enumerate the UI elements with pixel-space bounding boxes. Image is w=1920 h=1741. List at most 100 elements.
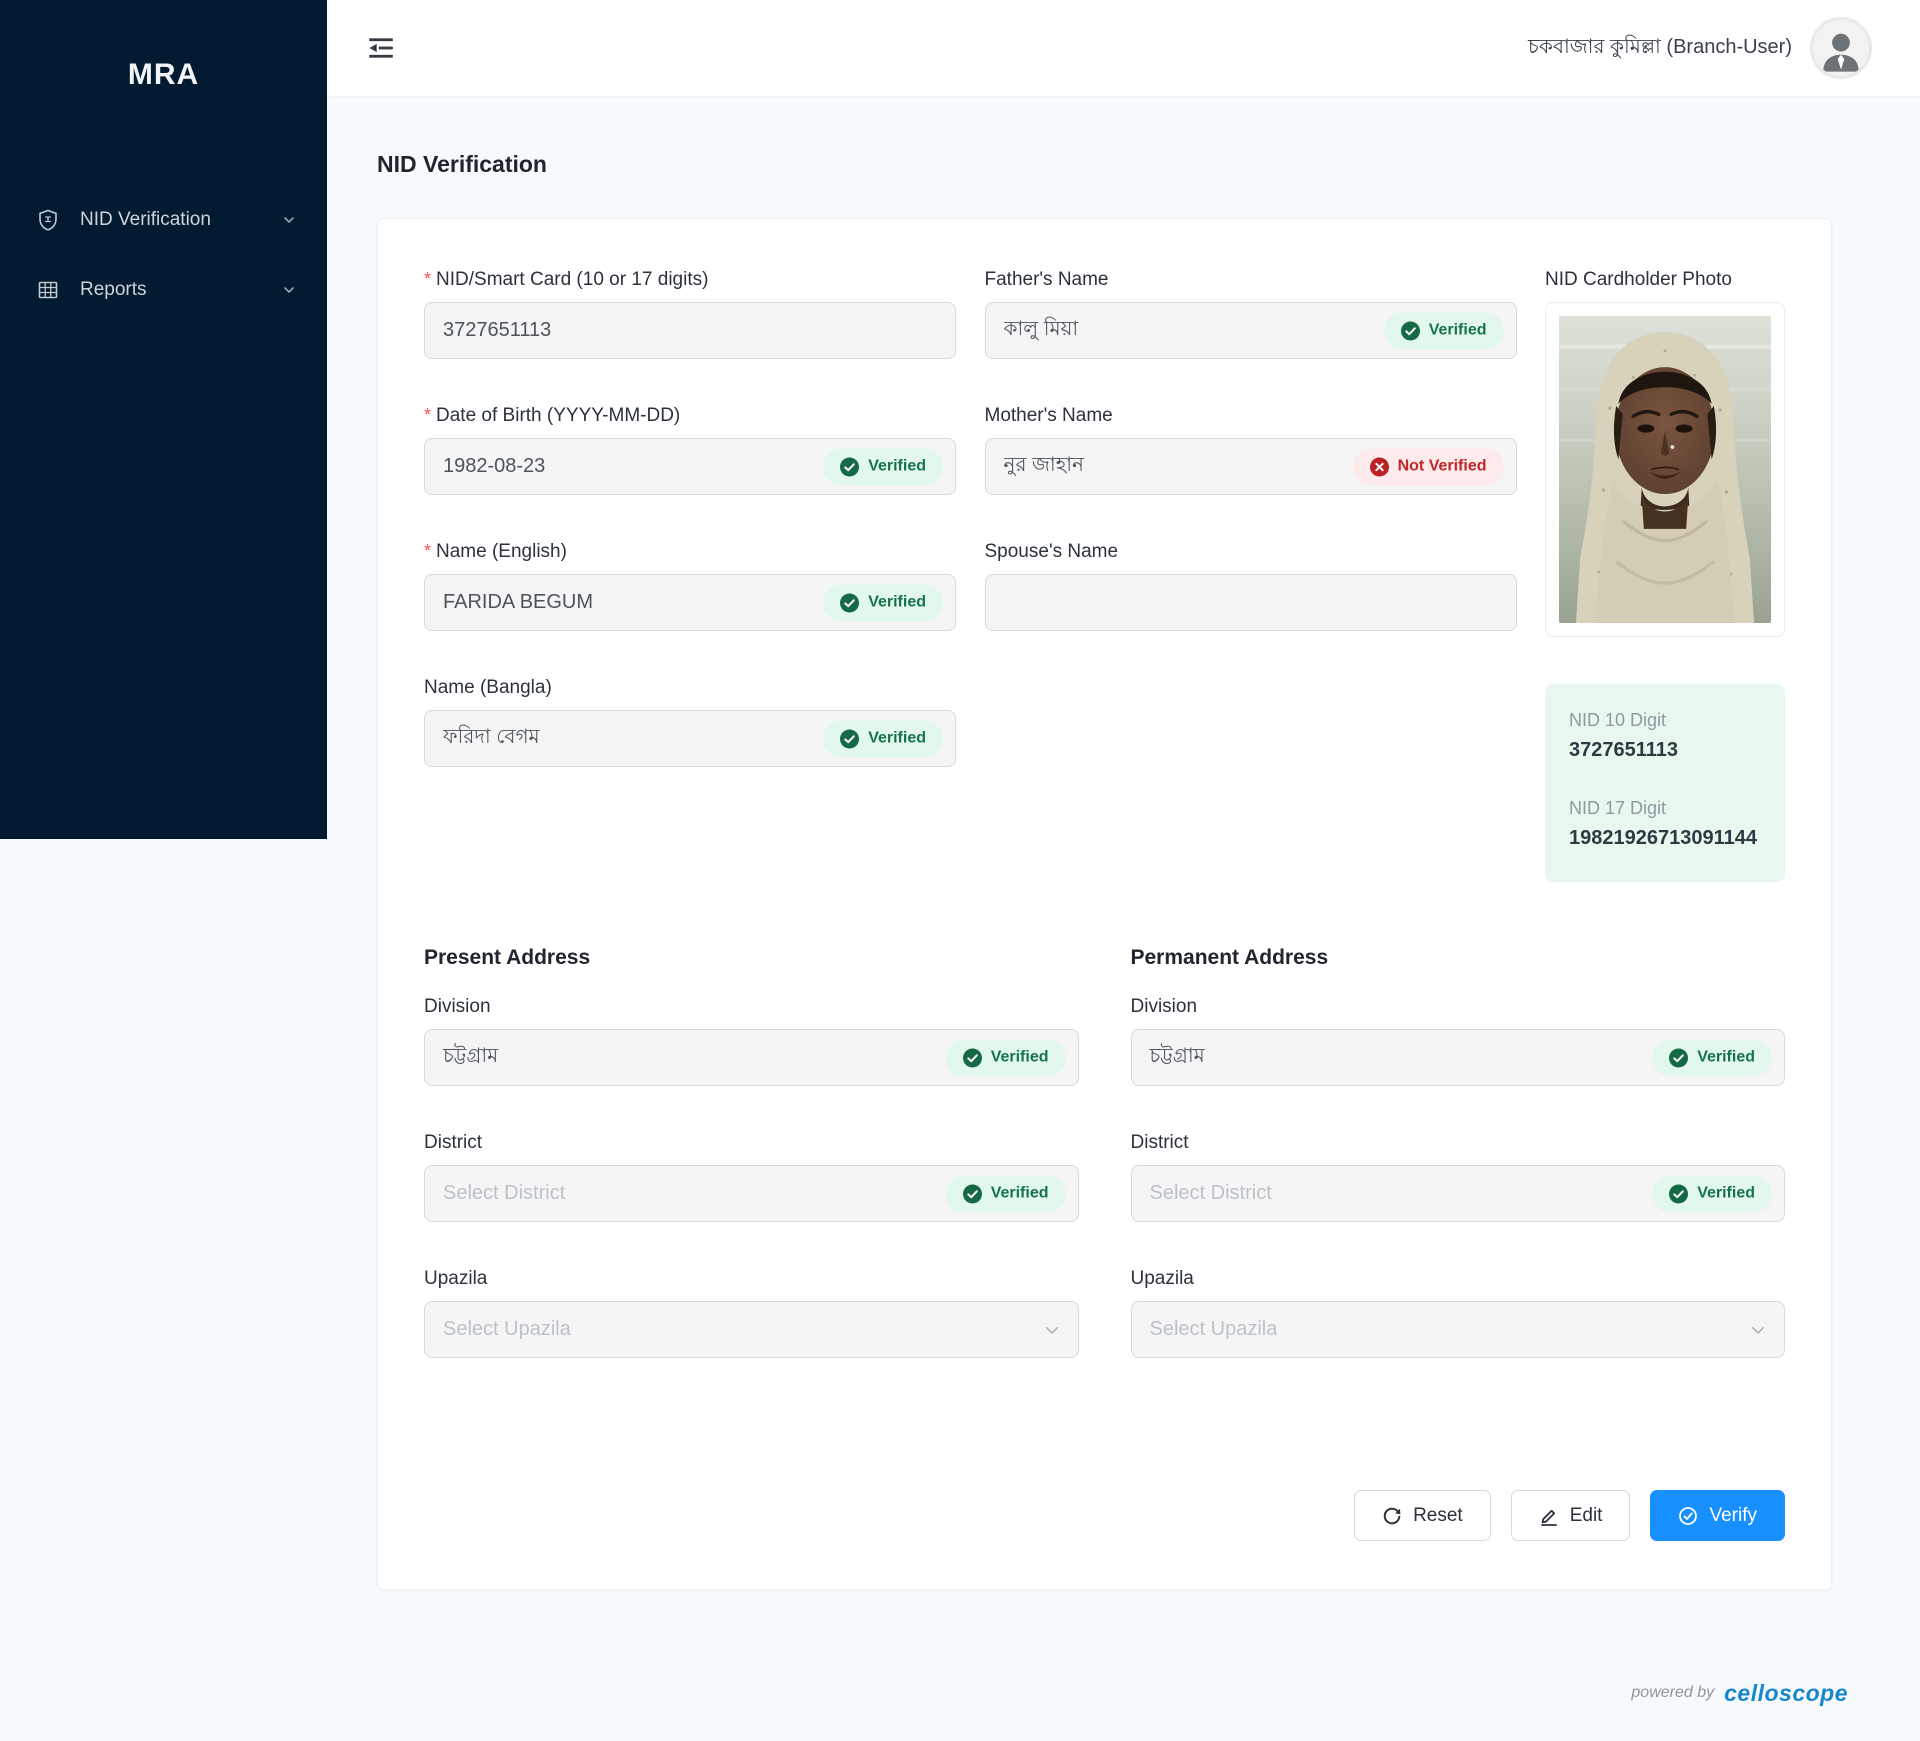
check-circle-icon: [1669, 1048, 1689, 1067]
sidebar-item-label: Reports: [80, 279, 147, 300]
present-address-column: Present Address Division চট্টগ্রাম Verif…: [424, 946, 1079, 1404]
x-circle-icon: [1369, 457, 1389, 476]
permanent-upazila-input-wrap: Select Upazila: [1130, 1301, 1785, 1358]
nid-10-digit-value: 3727651113: [1569, 739, 1679, 761]
verify-button-label: Verify: [1709, 1504, 1757, 1526]
required-marker: *: [424, 405, 432, 425]
sidebar-item-label: NID Verification: [80, 209, 211, 230]
nid-10-digit-group: NID 10 Digit 3727651113: [1569, 710, 1761, 764]
cardholder-photo: [1559, 316, 1771, 623]
top-header: চকবাজার কুমিল্লা (Branch-User): [327, 0, 1920, 97]
verify-button[interactable]: Verify: [1650, 1490, 1785, 1541]
permanent-upazila-label: Upazila: [1130, 1268, 1194, 1289]
powered-by-label: powered by: [1631, 1684, 1715, 1701]
edit-button-label: Edit: [1569, 1504, 1603, 1526]
nid-card-input-wrap: [424, 302, 956, 359]
reset-button-label: Reset: [1413, 1504, 1463, 1526]
chevron-down-icon: [1752, 1326, 1764, 1334]
present-upazila-select[interactable]: Select Upazila: [424, 1301, 1079, 1358]
shield-id-icon: [39, 209, 57, 231]
check-circle-outline-icon: [1679, 1506, 1698, 1525]
user-avatar[interactable]: [1810, 17, 1872, 79]
permanent-upazila-placeholder: Select Upazila: [1149, 1318, 1278, 1340]
required-marker: *: [424, 269, 432, 289]
check-circle-icon: [840, 593, 860, 612]
celloscope-logo: celloscope: [1724, 1679, 1848, 1706]
present-upazila-input-wrap: Select Upazila: [424, 1301, 1079, 1358]
fathers-name-input-wrap: Verified: [984, 302, 1517, 359]
nid-17-digit-label: NID 17 Digit: [1569, 798, 1667, 818]
present-district-placeholder: Select District: [443, 1182, 566, 1204]
nid-card-label: * NID/Smart Card (10 or 17 digits): [424, 269, 709, 290]
nid-card-input[interactable]: [424, 302, 956, 359]
check-circle-icon: [840, 457, 860, 476]
cardholder-photo-frame: [1545, 302, 1785, 637]
sidebar: MRA NID Verification Reports: [0, 0, 327, 839]
present-district-input-wrap: Select District Verified: [424, 1165, 1079, 1222]
nid-form-grid: *NID/Smart Card (10 or 17 digits) *Date …: [424, 269, 1785, 882]
form-column-middle: Father's Name Verified Mother's Name: [984, 269, 1517, 882]
reset-button[interactable]: Reset: [1354, 1490, 1491, 1541]
menu-fold-icon: [369, 38, 393, 58]
sidebar-collapse-button[interactable]: [361, 28, 401, 68]
present-division-field: Division চট্টগ্রাম Verified: [424, 996, 1079, 1086]
verified-badge: Verified: [1652, 1175, 1772, 1212]
mothers-name-input-wrap: Not Verified: [984, 438, 1517, 495]
edit-icon: [1540, 1509, 1557, 1526]
date-of-birth-label: * Date of Birth (YYYY-MM-DD): [424, 405, 681, 426]
required-marker: *: [424, 541, 432, 561]
check-circle-icon: [1400, 321, 1420, 340]
reset-icon: [1383, 1507, 1401, 1524]
fathers-name-label: Father's Name: [984, 269, 1109, 290]
edit-button[interactable]: Edit: [1510, 1490, 1631, 1541]
chevron-down-icon: [1045, 1326, 1058, 1334]
address-section: Present Address Division চট্টগ্রাম Verif…: [424, 946, 1785, 1404]
verified-badge: Verified: [945, 1175, 1066, 1212]
permanent-district-field: District Select District Verified: [1130, 1132, 1785, 1222]
check-circle-icon: [840, 729, 860, 748]
nid-10-digit-label: NID 10 Digit: [1569, 710, 1667, 730]
not-verified-badge: Not Verified: [1352, 448, 1504, 485]
spouses-name-input[interactable]: [984, 574, 1517, 631]
form-column-left: *NID/Smart Card (10 or 17 digits) *Date …: [424, 269, 956, 882]
verified-badge: Verified: [823, 584, 943, 621]
permanent-division-label: Division: [1130, 996, 1198, 1017]
name-bangla-label: Name (Bangla): [424, 677, 552, 698]
check-circle-icon: [1669, 1184, 1689, 1203]
field-nid-card: * NID/Smart Card (10 or 17 digits): [424, 269, 956, 359]
present-division-label: Division: [424, 996, 491, 1017]
permanent-district-input-wrap: Select District Verified: [1130, 1165, 1785, 1222]
sidebar-item-nid-verification[interactable]: NID Verification: [0, 192, 327, 248]
verified-badge: Verified: [1383, 312, 1504, 349]
present-division-input-wrap: চট্টগ্রাম Verified: [424, 1029, 1079, 1086]
field-name-english: *Name (English) Verified: [424, 541, 956, 631]
cardholder-photo-title: NID Cardholder Photo: [1545, 269, 1732, 290]
field-name-bangla: Name (Bangla) Verified: [424, 677, 956, 767]
name-bangla-input-wrap: Verified: [424, 710, 956, 767]
present-upazila-placeholder: Select Upazila: [443, 1318, 571, 1340]
permanent-district-placeholder: Select District: [1149, 1182, 1272, 1204]
verified-badge: Verified: [823, 720, 943, 757]
nid-17-digit-value: 19821926713091144: [1569, 827, 1757, 849]
nid-summary-box: NID 10 Digit 3727651113 NID 17 Digit 198…: [1545, 684, 1785, 882]
field-mothers-name: Mother's Name Not Verified: [984, 405, 1517, 495]
present-upazila-field: Upazila Select Upazila: [424, 1268, 1079, 1358]
person-icon: [1823, 33, 1859, 72]
permanent-upazila-select[interactable]: Select Upazila: [1130, 1301, 1785, 1358]
check-circle-icon: [962, 1184, 982, 1203]
verified-badge: Verified: [945, 1039, 1066, 1076]
permanent-division-input-wrap: চট্টগ্রাম Verified: [1130, 1029, 1785, 1086]
permanent-division-field: Division চট্টগ্রাম Verified: [1130, 996, 1785, 1086]
sidebar-menu: NID Verification Reports: [0, 192, 327, 318]
permanent-division-value: চট্টগ্রাম: [1149, 1045, 1205, 1067]
verified-badge: Verified: [823, 448, 943, 485]
chevron-down-icon: [284, 287, 294, 293]
sidebar-item-reports[interactable]: Reports: [0, 262, 327, 318]
main-area: চকবাজার কুমিল্লা (Branch-User) NID Verif…: [327, 0, 1920, 1741]
present-district-field: District Select District Verified: [424, 1132, 1079, 1222]
app-layout: MRA NID Verification Reports চকবাজার কুম…: [0, 0, 1920, 1741]
present-address-title: Present Address: [424, 946, 591, 969]
page-footer: powered by celloscope: [327, 1645, 1920, 1741]
permanent-district-label: District: [1130, 1132, 1189, 1153]
app-logo: MRA: [127, 58, 200, 91]
